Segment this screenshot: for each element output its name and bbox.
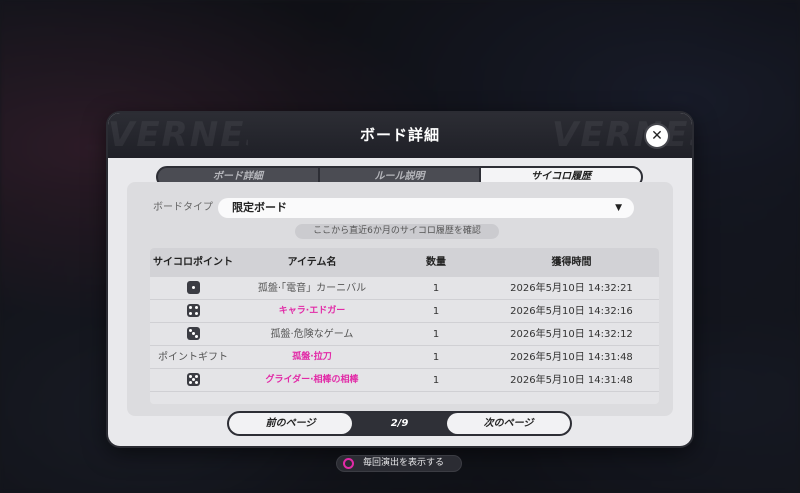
show-animation-toggle[interactable]: 毎回演出を表示する bbox=[336, 455, 462, 472]
radio-circle-icon bbox=[343, 458, 354, 469]
acquired-time-cell: 2026年5月10日 14:32:16 bbox=[510, 306, 633, 317]
die-1-icon bbox=[186, 280, 200, 294]
die-5-icon bbox=[186, 372, 200, 386]
history-table: サイコロポイント アイテム名 数量 獲得時間 孤盤·「電音」カーニバル 1 20… bbox=[150, 248, 659, 404]
content-panel: ボードタイプ 限定ボード ▼ ここから直近6か月のサイコロ履歴を確認 サイコロポ… bbox=[127, 182, 673, 416]
close-button[interactable]: ✕ bbox=[646, 125, 668, 147]
filter-row: ボードタイプ 限定ボード ▼ bbox=[127, 198, 673, 218]
quantity-cell: 1 bbox=[432, 306, 440, 317]
quantity-cell: 1 bbox=[432, 375, 440, 386]
header-acquired-time: 獲得時間 bbox=[551, 257, 592, 268]
dice-point-cell bbox=[150, 369, 236, 391]
board-type-label: ボードタイプ bbox=[153, 202, 213, 213]
table-row: ポイントギフト 孤盤·拉刀 1 2026年5月10日 14:31:48 bbox=[150, 346, 659, 369]
pagination: 前のページ 2/9 次のページ bbox=[227, 411, 572, 436]
acquired-time-cell: 2026年5月10日 14:31:48 bbox=[510, 375, 633, 386]
item-name-cell: 孤盤·拉刀 bbox=[292, 352, 332, 362]
dice-point-cell bbox=[150, 277, 236, 299]
acquired-time-cell: 2026年5月10日 14:32:12 bbox=[510, 329, 633, 340]
dialog-title: ボード詳細 bbox=[359, 126, 440, 144]
triangle-down-icon: ▼ bbox=[615, 203, 622, 213]
history-hint: ここから直近6か月のサイコロ履歴を確認 bbox=[295, 224, 499, 239]
header-item-name: アイテム名 bbox=[287, 257, 337, 268]
board-type-dropdown[interactable]: 限定ボード ▼ bbox=[218, 198, 634, 218]
next-page-button[interactable]: 次のページ bbox=[447, 413, 570, 434]
page-indicator: 2/9 bbox=[390, 418, 409, 429]
show-animation-label: 毎回演出を表示する bbox=[363, 458, 445, 468]
quantity-cell: 1 bbox=[432, 329, 440, 340]
table-row: 孤盤·「電音」カーニバル 1 2026年5月10日 14:32:21 bbox=[150, 277, 659, 300]
acquired-time-cell: 2026年5月10日 14:32:21 bbox=[510, 283, 633, 294]
dice-point-cell bbox=[150, 323, 236, 345]
header-dice-point: サイコロポイント bbox=[153, 257, 233, 268]
item-name-cell: グライダー·相棒の相棒 bbox=[265, 375, 359, 385]
quantity-cell: 1 bbox=[432, 352, 440, 363]
table-row: 孤盤·危険なゲーム 1 2026年5月10日 14:32:12 bbox=[150, 323, 659, 346]
table-row: グライダー·相棒の相棒 1 2026年5月10日 14:31:48 bbox=[150, 369, 659, 392]
die-4-icon bbox=[186, 303, 200, 317]
prev-page-button[interactable]: 前のページ bbox=[229, 413, 352, 434]
dialog-header: VERNESS VERNESS ボード詳細 ✕ bbox=[108, 113, 692, 158]
dice-point-cell bbox=[150, 300, 236, 322]
item-name-cell: キャラ·エドガー bbox=[278, 306, 346, 316]
header-quantity: 数量 bbox=[426, 257, 446, 268]
quantity-cell: 1 bbox=[432, 283, 440, 294]
acquired-time-cell: 2026年5月10日 14:31:48 bbox=[510, 352, 633, 363]
board-type-value: 限定ボード bbox=[232, 201, 287, 214]
dice-point-cell: ポイントギフト bbox=[158, 352, 228, 363]
board-detail-dialog: VERNESS VERNESS ボード詳細 ✕ ボード詳細 ルール説明 サイコロ… bbox=[108, 113, 692, 446]
die-3-icon bbox=[186, 326, 200, 340]
table-header: サイコロポイント アイテム名 数量 獲得時間 bbox=[150, 248, 659, 277]
item-name-cell: 孤盤·「電音」カーニバル bbox=[257, 283, 367, 294]
item-name-cell: 孤盤·危険なゲーム bbox=[270, 329, 354, 340]
table-row: キャラ·エドガー 1 2026年5月10日 14:32:16 bbox=[150, 300, 659, 323]
close-icon: ✕ bbox=[651, 128, 663, 144]
